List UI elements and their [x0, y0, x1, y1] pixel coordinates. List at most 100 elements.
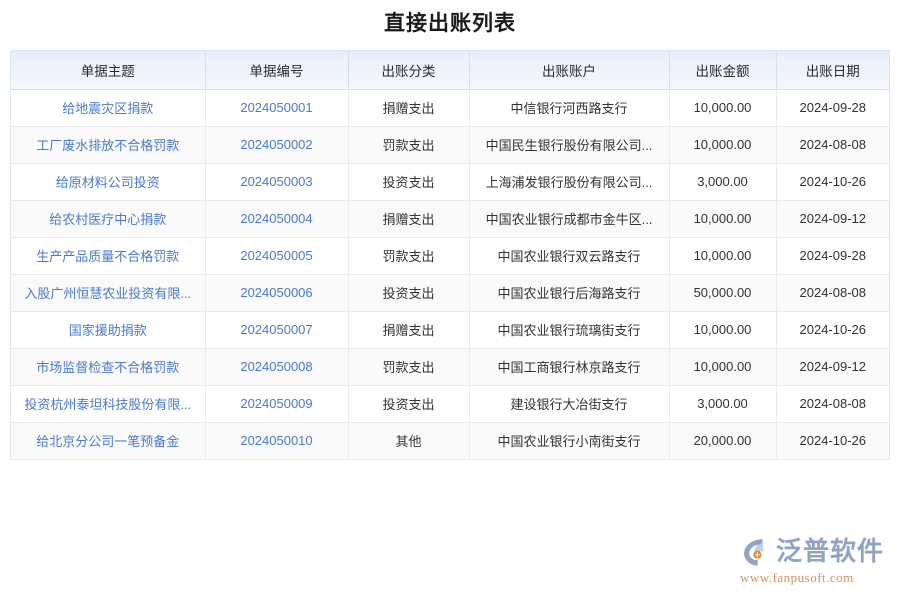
cell-amount: 20,000.00	[669, 422, 776, 459]
brand-name: 泛普软件	[776, 537, 884, 567]
table-header: 单据主题 单据编号 出账分类 出账账户 出账金额 出账日期	[11, 51, 889, 89]
cell-amount: 10,000.00	[669, 89, 776, 126]
cell-category: 投资支出	[348, 163, 469, 200]
cell-subject[interactable]: 工厂废水排放不合格罚款	[11, 126, 205, 163]
table-row[interactable]: 生产产品质量不合格罚款 2024050005 罚款支出 中国农业银行双云路支行 …	[11, 237, 889, 274]
cell-date: 2024-09-12	[776, 200, 889, 237]
cell-number[interactable]: 2024050006	[205, 274, 348, 311]
cell-account: 上海浦发银行股份有限公司...	[469, 163, 669, 200]
subject-link[interactable]: 给原材料公司投资	[17, 172, 199, 191]
number-link[interactable]: 2024050008	[212, 359, 342, 374]
cell-subject[interactable]: 给原材料公司投资	[11, 163, 205, 200]
cell-number[interactable]: 2024050002	[205, 126, 348, 163]
cell-subject[interactable]: 投资杭州泰坦科技股份有限...	[11, 385, 205, 422]
cell-number[interactable]: 2024050001	[205, 89, 348, 126]
cell-amount: 10,000.00	[669, 200, 776, 237]
table-row[interactable]: 入股广州恒慧农业投资有限... 2024050006 投资支出 中国农业银行后海…	[11, 274, 889, 311]
brand-url: www.fanpusoft.com	[740, 570, 854, 586]
subject-link[interactable]: 工厂废水排放不合格罚款	[17, 135, 199, 154]
cell-subject[interactable]: 市场监督检查不合格罚款	[11, 348, 205, 385]
cell-subject[interactable]: 给地震灾区捐款	[11, 89, 205, 126]
cell-subject[interactable]: 给北京分公司一笔预备金	[11, 422, 205, 459]
cell-account: 中国农业银行后海路支行	[469, 274, 669, 311]
number-link[interactable]: 2024050007	[212, 322, 342, 337]
cell-amount: 3,000.00	[669, 163, 776, 200]
cell-account: 中国民生银行股份有限公司...	[469, 126, 669, 163]
table-row[interactable]: 投资杭州泰坦科技股份有限... 2024050009 投资支出 建设银行大冶街支…	[11, 385, 889, 422]
number-link[interactable]: 2024050005	[212, 248, 342, 263]
cell-date: 2024-08-08	[776, 126, 889, 163]
number-link[interactable]: 2024050001	[212, 100, 342, 115]
table-body: 给地震灾区捐款 2024050001 捐赠支出 中信银行河西路支行 10,000…	[11, 89, 889, 459]
column-header-subject[interactable]: 单据主题	[11, 51, 205, 89]
cell-number[interactable]: 2024050003	[205, 163, 348, 200]
cell-category: 投资支出	[348, 274, 469, 311]
outbound-list-table: 单据主题 单据编号 出账分类 出账账户 出账金额 出账日期 给地震灾区捐款 20…	[11, 51, 889, 460]
table-row[interactable]: 工厂废水排放不合格罚款 2024050002 罚款支出 中国民生银行股份有限公司…	[11, 126, 889, 163]
cell-subject[interactable]: 入股广州恒慧农业投资有限...	[11, 274, 205, 311]
number-link[interactable]: 2024050002	[212, 137, 342, 152]
cell-category: 其他	[348, 422, 469, 459]
table-row[interactable]: 给原材料公司投资 2024050003 投资支出 上海浦发银行股份有限公司...…	[11, 163, 889, 200]
cell-number[interactable]: 2024050009	[205, 385, 348, 422]
table-row[interactable]: 给地震灾区捐款 2024050001 捐赠支出 中信银行河西路支行 10,000…	[11, 89, 889, 126]
cell-account: 中国农业银行双云路支行	[469, 237, 669, 274]
cell-account: 中国农业银行琉璃街支行	[469, 311, 669, 348]
cell-date: 2024-10-26	[776, 422, 889, 459]
number-link[interactable]: 2024050004	[212, 211, 342, 226]
cell-subject[interactable]: 给农村医疗中心捐款	[11, 200, 205, 237]
cell-amount: 10,000.00	[669, 237, 776, 274]
cell-date: 2024-10-26	[776, 311, 889, 348]
cell-date: 2024-10-26	[776, 163, 889, 200]
cell-date: 2024-09-28	[776, 237, 889, 274]
subject-link[interactable]: 国家援助捐款	[17, 320, 199, 339]
cell-number[interactable]: 2024050007	[205, 311, 348, 348]
subject-link[interactable]: 投资杭州泰坦科技股份有限...	[17, 394, 199, 413]
subject-link[interactable]: 生产产品质量不合格罚款	[17, 246, 199, 265]
cell-category: 罚款支出	[348, 348, 469, 385]
cell-category: 捐赠支出	[348, 89, 469, 126]
subject-link[interactable]: 给地震灾区捐款	[17, 98, 199, 117]
cell-account: 中信银行河西路支行	[469, 89, 669, 126]
page-title: 直接出账列表	[0, 0, 900, 50]
cell-subject[interactable]: 国家援助捐款	[11, 311, 205, 348]
table-row[interactable]: 给北京分公司一笔预备金 2024050010 其他 中国农业银行小南街支行 20…	[11, 422, 889, 459]
cell-subject[interactable]: 生产产品质量不合格罚款	[11, 237, 205, 274]
column-header-date[interactable]: 出账日期	[776, 51, 889, 89]
cell-category: 罚款支出	[348, 126, 469, 163]
cell-number[interactable]: 2024050004	[205, 200, 348, 237]
cell-date: 2024-09-28	[776, 89, 889, 126]
table-row[interactable]: 国家援助捐款 2024050007 捐赠支出 中国农业银行琉璃街支行 10,00…	[11, 311, 889, 348]
cell-number[interactable]: 2024050005	[205, 237, 348, 274]
subject-link[interactable]: 给北京分公司一笔预备金	[17, 431, 199, 450]
cell-category: 罚款支出	[348, 237, 469, 274]
table-row[interactable]: 市场监督检查不合格罚款 2024050008 罚款支出 中国工商银行林京路支行 …	[11, 348, 889, 385]
column-header-amount[interactable]: 出账金额	[669, 51, 776, 89]
cell-account: 中国工商银行林京路支行	[469, 348, 669, 385]
table-header-row: 单据主题 单据编号 出账分类 出账账户 出账金额 出账日期	[11, 51, 889, 89]
cell-amount: 50,000.00	[669, 274, 776, 311]
cell-number[interactable]: 2024050008	[205, 348, 348, 385]
outbound-list-table-container: 单据主题 单据编号 出账分类 出账账户 出账金额 出账日期 给地震灾区捐款 20…	[10, 50, 890, 460]
number-link[interactable]: 2024050006	[212, 285, 342, 300]
cell-number[interactable]: 2024050010	[205, 422, 348, 459]
cell-date: 2024-09-12	[776, 348, 889, 385]
cell-amount: 10,000.00	[669, 311, 776, 348]
cell-account: 建设银行大冶街支行	[469, 385, 669, 422]
number-link[interactable]: 2024050009	[212, 396, 342, 411]
number-link[interactable]: 2024050010	[212, 433, 342, 448]
column-header-category[interactable]: 出账分类	[348, 51, 469, 89]
subject-link[interactable]: 市场监督检查不合格罚款	[17, 357, 199, 376]
cell-amount: 3,000.00	[669, 385, 776, 422]
column-header-number[interactable]: 单据编号	[205, 51, 348, 89]
subject-link[interactable]: 给农村医疗中心捐款	[17, 209, 199, 228]
subject-link[interactable]: 入股广州恒慧农业投资有限...	[17, 283, 199, 302]
cell-amount: 10,000.00	[669, 126, 776, 163]
cell-category: 捐赠支出	[348, 311, 469, 348]
cell-date: 2024-08-08	[776, 274, 889, 311]
number-link[interactable]: 2024050003	[212, 174, 342, 189]
brand-logo: 泛普软件 www.fanpusoft.com	[738, 535, 884, 586]
cell-category: 投资支出	[348, 385, 469, 422]
table-row[interactable]: 给农村医疗中心捐款 2024050004 捐赠支出 中国农业银行成都市金牛区..…	[11, 200, 889, 237]
column-header-account[interactable]: 出账账户	[469, 51, 669, 89]
